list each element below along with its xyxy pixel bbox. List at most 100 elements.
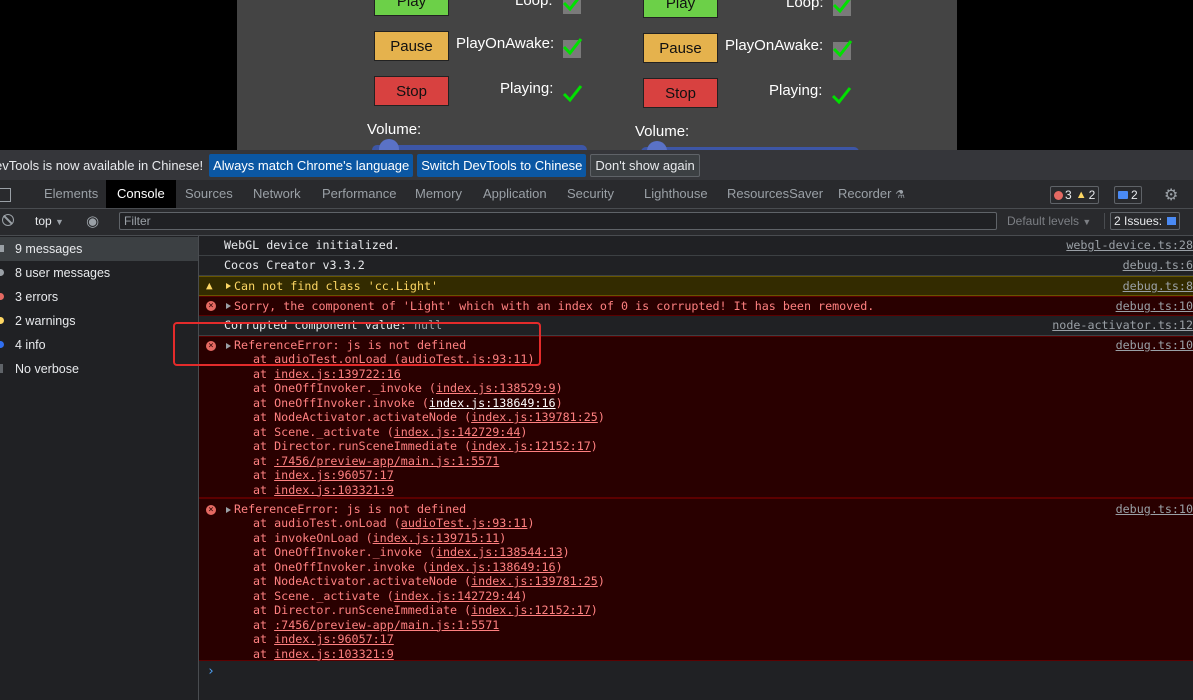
log-levels-dropdown[interactable]: Default levels ▼ (1007, 214, 1091, 228)
stack-frame-link[interactable]: :7456/preview-app/main.js:1:5571 (274, 454, 499, 468)
play-label: Play (396, 0, 427, 10)
stack-frame: at NodeActivator.activateNode (index.js:… (253, 410, 605, 424)
tab-recorder[interactable]: Recorder ⚗ (838, 180, 905, 208)
tab-application[interactable]: Application (483, 180, 547, 208)
play-button-right[interactable]: Play (643, 0, 718, 18)
always-match-language-button[interactable]: Always match Chrome's language (209, 153, 414, 177)
stack-trace: at audioTest.onLoad (audioTest.js:93:11)… (253, 516, 605, 661)
stop-button-left[interactable]: Stop (374, 76, 449, 106)
issues-button[interactable]: 2 Issues: (1110, 212, 1181, 230)
stack-frame: at Scene._activate (index.js:142729:44) (253, 424, 528, 439)
volume-slider-handle-left[interactable] (379, 139, 399, 150)
message-text: Sorry, the component of 'Light' which wi… (234, 299, 875, 313)
sidebar-item-warnings[interactable]: 2 warnings (0, 309, 198, 333)
stack-frame-link[interactable]: index.js:12152:17 (471, 439, 591, 453)
language-infobar: evTools is now available in Chinese! Alw… (0, 150, 1193, 180)
sidebar-item-messages[interactable]: 9 messages (0, 237, 198, 261)
source-link[interactable]: debug.ts:8 (1123, 279, 1193, 293)
volume-slider-handle-right[interactable] (647, 141, 667, 150)
tab-performance[interactable]: Performance (322, 180, 396, 208)
stack-frame-link[interactable]: index.js:96057:17 (274, 468, 394, 482)
playing-label-left: Playing: (500, 80, 554, 97)
play-button-left[interactable]: Play (374, 0, 449, 16)
stack-frame-link[interactable]: index.js:138529:9 (436, 381, 556, 395)
source-link[interactable]: webgl-device.ts:28 (1066, 238, 1193, 252)
stack-frame-link[interactable]: index.js:139715:11 (373, 531, 500, 545)
message-text: Cocos Creator v3.3.2 (224, 258, 365, 272)
warning-icon (0, 317, 4, 324)
pause-button-right[interactable]: Pause (643, 33, 718, 63)
stack-frame-link[interactable]: index.js:142729:44 (394, 425, 521, 439)
message-text: ReferenceError: js is not defined (234, 502, 467, 516)
source-link[interactable]: debug.ts:10 (1116, 338, 1193, 352)
stack-frame-link[interactable]: index.js:138649:16 (429, 560, 556, 574)
messages-counter[interactable]: 2 (1114, 186, 1142, 204)
sidebar-item-verbose[interactable]: No verbose (0, 357, 198, 381)
device-toolbar-icon[interactable] (0, 188, 11, 202)
source-link[interactable]: debug.ts:10 (1116, 502, 1193, 516)
tab-lighthouse[interactable]: Lighthouse (644, 180, 708, 208)
console-row-error: × Sorry, the component of 'Light' which … (199, 296, 1193, 316)
dont-show-again-button[interactable]: Don't show again (590, 153, 700, 177)
loop-label-left: Loop: (515, 0, 553, 9)
stack-frame-link[interactable]: index.js:139781:25 (471, 574, 598, 588)
console-row: WebGL device initialized. webgl-device.t… (199, 236, 1193, 256)
console-prompt[interactable]: › (207, 664, 215, 679)
expand-triangle-icon[interactable] (226, 507, 231, 513)
issue-counter[interactable]: 3 ▲ 2 (1050, 186, 1100, 204)
stop-button-right[interactable]: Stop (643, 78, 718, 108)
sidebar-item-user-messages[interactable]: 8 user messages (0, 261, 198, 285)
playing-checkmark-icon-left (562, 85, 583, 103)
stack-frame: at OneOffInvoker._invoke (index.js:13852… (253, 381, 563, 395)
stack-frame-link[interactable]: index.js:103321:9 (274, 483, 394, 497)
expand-triangle-icon[interactable] (226, 303, 231, 309)
source-link[interactable]: debug.ts:6 (1123, 258, 1193, 272)
stack-frame: at index.js:103321:9 (253, 646, 394, 661)
stack-frame-link[interactable]: index.js:138544:13 (436, 545, 563, 559)
filter-input[interactable]: Filter (119, 212, 997, 230)
stack-frame-link[interactable]: :7456/preview-app/main.js:1:5571 (274, 618, 499, 632)
stack-frame-link[interactable]: index.js:138649:16 (429, 396, 556, 410)
playonawake-checkbox-left[interactable] (562, 38, 583, 58)
context-selector[interactable]: top ▼ (35, 214, 64, 228)
console-toolbar: top ▼ ◉ Filter Default levels ▼ 2 Issues… (0, 209, 1193, 236)
tab-console[interactable]: Console (106, 180, 176, 208)
pause-button-left[interactable]: Pause (374, 31, 449, 61)
stack-frame: at :7456/preview-app/main.js:1:5571 (253, 453, 500, 468)
stack-frame-link[interactable]: audioTest.js:93:11 (401, 516, 528, 530)
checkmark-icon (562, 0, 579, 12)
tab-network[interactable]: Network (253, 180, 301, 208)
sidebar-item-label: 3 errors (15, 290, 59, 304)
devtools-tabbar: Elements Console Sources Network Perform… (0, 180, 1193, 209)
loop-checkbox-left[interactable] (562, 0, 581, 14)
loop-checkbox-right[interactable] (832, 0, 851, 16)
playonawake-checkbox-right[interactable] (832, 40, 853, 60)
stack-frame-link[interactable]: index.js:96057:17 (274, 632, 394, 646)
tab-sources[interactable]: Sources (185, 180, 233, 208)
stack-frame-link[interactable]: index.js:103321:9 (274, 647, 394, 661)
tab-elements[interactable]: Elements (44, 180, 98, 208)
source-link[interactable]: node-activator.ts:12 (1052, 318, 1193, 332)
stack-frame-link[interactable]: index.js:142729:44 (394, 589, 521, 603)
stack-frame: at Director.runSceneImmediate (index.js:… (253, 603, 598, 617)
stack-frame-link[interactable]: index.js:139722:16 (274, 367, 401, 381)
switch-to-chinese-button[interactable]: Switch DevTools to Chinese (417, 153, 587, 177)
infobar-message: evTools is now available in Chinese! (0, 157, 204, 173)
tab-resourcessaver[interactable]: ResourcesSaver (727, 180, 823, 208)
stack-frame: at index.js:139722:16 (253, 366, 401, 381)
tab-memory[interactable]: Memory (415, 180, 462, 208)
pause-label: Pause (390, 37, 433, 55)
clear-console-icon[interactable] (2, 214, 14, 226)
sidebar-item-info[interactable]: 4 info (0, 333, 198, 357)
live-expression-eye-icon[interactable]: ◉ (86, 212, 99, 230)
stack-frame: at Director.runSceneImmediate (index.js:… (253, 439, 598, 453)
stack-frame-link[interactable]: index.js:139781:25 (471, 410, 598, 424)
game-preview: Play Loop: Pause PlayOnAwake: Stop Playi… (0, 0, 1193, 150)
expand-triangle-icon[interactable] (226, 283, 231, 289)
sidebar-item-errors[interactable]: 3 errors (0, 285, 198, 309)
tab-security[interactable]: Security (567, 180, 614, 208)
settings-gear-icon[interactable]: ⚙ (1164, 185, 1178, 205)
stack-frame-link[interactable]: index.js:12152:17 (471, 603, 591, 617)
tab-recorder-label: Recorder (838, 186, 892, 201)
source-link[interactable]: debug.ts:10 (1116, 299, 1193, 313)
